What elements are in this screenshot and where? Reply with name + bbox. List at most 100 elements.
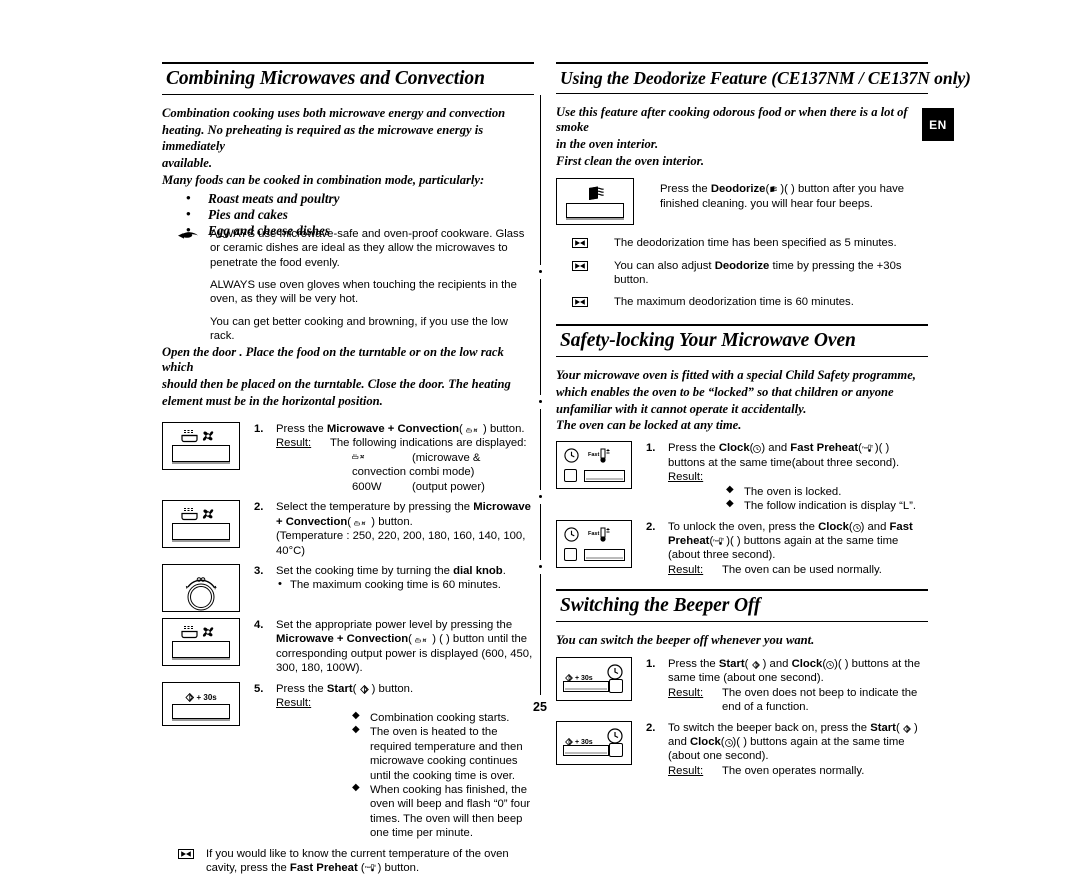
svg-text:Fast: Fast	[588, 452, 599, 458]
section-heading-switching-beeper-off: Switching the Beeper Off	[556, 589, 928, 623]
panel-display-bar	[563, 744, 609, 756]
intro-line-1: Combination cooking uses both microwave …	[162, 106, 506, 120]
microwave-convection-icon	[181, 626, 214, 639]
clock-button	[609, 678, 623, 693]
safety-intro-line-3: unfamiliar with it cannot operate it acc…	[556, 401, 807, 416]
step-number: 1.	[646, 657, 656, 670]
result-value: The following indications are displayed:	[330, 437, 527, 450]
svg-text:-: -	[186, 584, 189, 591]
list-item: Roast meats and poultry	[186, 190, 534, 207]
clock-button	[564, 469, 577, 483]
step-3-sub-list: The maximum cooking time is 60 minutes.	[276, 577, 534, 592]
fast-preheat-icon: Fast	[588, 527, 610, 542]
step-number: 2.	[646, 520, 656, 533]
fast-preheat-icon: Fast	[588, 448, 610, 463]
step-text: Set the cooking time by turning the dial…	[276, 564, 534, 593]
safety-intro-line-2: which enables the oven to be “locked” so…	[556, 384, 894, 399]
list-item: The oven is heated to the required tempe…	[352, 724, 534, 783]
panel-start-clock: + 30s	[556, 720, 632, 765]
panel-display-bar	[172, 641, 230, 660]
panel-dial-knob: - +	[162, 564, 240, 612]
step-1-mode-row: (output power)(microwave & convection co…	[352, 451, 481, 479]
step-number: 5.	[254, 682, 264, 695]
result-value: The oven can be used normally.	[722, 563, 882, 576]
step-4-line-2: Microwave + Convection( ) ( ) button unt…	[276, 633, 533, 675]
panel-display-bar	[172, 523, 230, 543]
fast-preheat-note-text: If you would like to know the current te…	[206, 847, 509, 875]
step-number: 2.	[254, 501, 264, 514]
door-note-line-2: should then be placed on the turntable. …	[162, 377, 511, 392]
clock-icon	[753, 445, 762, 454]
deodorize-icon	[770, 186, 778, 193]
result-value: The oven operates normally.	[722, 764, 865, 777]
clock-icon	[607, 727, 623, 744]
panel-display-bar	[563, 680, 609, 692]
step-4-line-1: Set the appropriate power level by press…	[276, 619, 513, 631]
panel-deodorize	[556, 178, 634, 226]
step-block-1: 1. Press the Microwave + Convection( ) b…	[162, 421, 534, 494]
step-3-line-1: Set the cooking time by turning the dial…	[276, 565, 506, 577]
clock-icon	[564, 448, 579, 463]
svg-text:+: +	[213, 585, 217, 592]
fast-preheat-note: If you would like to know the current te…	[162, 847, 534, 876]
panel-start-clock: + 30s	[556, 656, 632, 701]
svg-text:Fast: Fast	[588, 531, 599, 537]
right-column: Using the Deodorize Feature (CE137NM / C…	[556, 62, 971, 784]
deodorize-note-1: The deodorization time has been specifie…	[556, 236, 928, 250]
step-text: To unlock the oven, press the Clock() an…	[668, 520, 928, 578]
deodorize-instruction: Press the Deodorize( )( ) button after y…	[660, 183, 905, 210]
safety-step-block-1: Fast 1. Press the Clock() and Fast Prehe…	[556, 441, 928, 513]
dial-knob-icon: - +	[185, 577, 217, 611]
output-power-value: 600W	[352, 480, 382, 493]
step-5-line-1: Press the Start( ) button.	[276, 682, 414, 695]
safety-step-1-text: Press the Clock() and Fast Preheat(Fast)…	[668, 442, 900, 469]
hand-note-3: You can get better cooking and browning,…	[210, 315, 508, 343]
step-text: To switch the beeper back on, press the …	[668, 721, 928, 779]
fast-preheat-icon: Fast	[862, 445, 873, 453]
microwave-convection-icon	[181, 429, 214, 443]
result-label: Result:	[668, 764, 704, 777]
step-number: 3.	[254, 565, 264, 577]
deodorize-icon	[589, 186, 604, 201]
step-text: Set the appropriate power level by press…	[276, 618, 534, 676]
note-text: You can also adjust Deodorize time by pr…	[614, 259, 902, 287]
step-number: 4.	[254, 619, 264, 631]
deodorize-intro-line-2: in the oven interior.	[556, 136, 659, 151]
step-number: 1.	[646, 442, 656, 455]
column-divider	[539, 95, 542, 695]
panel-display-bar	[584, 548, 625, 561]
panel-display-bar	[172, 444, 230, 464]
intro-line-4: Many foods can be cooked in combination …	[162, 173, 485, 188]
deodorize-intro-line-3: First clean the oven interior.	[556, 153, 704, 168]
safety-step-block-2: Fast 2. To unlock the oven, press the Cl…	[556, 519, 928, 578]
clock-icon	[564, 526, 579, 542]
start-icon	[902, 724, 911, 733]
note-icon	[572, 260, 588, 271]
microwave-convection-icon	[354, 520, 366, 526]
list-item: The maximum cooking time is 60 minutes.	[276, 577, 534, 592]
beeper-step-2-text: To switch the beeper back on, press the …	[668, 721, 918, 763]
step-block-3: - + 3. Set the cooking time by turning t…	[162, 564, 534, 612]
step-1-result: Result: The following indications are di…	[276, 436, 534, 450]
panel-display-bar	[584, 470, 625, 483]
section-heading-deodorize: Using the Deodorize Feature (CE137NM / C…	[556, 62, 971, 94]
output-power-label: (output power)	[412, 480, 485, 493]
page-number: 25	[533, 700, 547, 714]
note-icon	[572, 297, 588, 308]
deodorize-note-2: You can also adjust Deodorize time by pr…	[556, 259, 928, 288]
result-label: Result:	[668, 563, 704, 576]
safety-step-2-text: To unlock the oven, press the Clock() an…	[668, 520, 913, 562]
step-text: Select the temperature by pressing the M…	[276, 500, 534, 558]
hand-note-block: ALWAYS use microwave-safe and oven-proof…	[162, 227, 534, 343]
list-item: When cooking has finished, the oven will…	[352, 782, 534, 841]
panel-clock-fast-preheat: Fast	[556, 441, 632, 490]
microwave-convection-icon	[352, 454, 365, 459]
svg-text:Fast: Fast	[713, 538, 719, 542]
section-heading-safety-locking: Safety-locking Your Microwave Oven	[556, 323, 928, 357]
step-number: 1.	[254, 422, 264, 435]
microwave-convection-icon	[465, 427, 478, 433]
step-1-line-1: Press the Microwave + Convection( ) butt…	[276, 422, 525, 435]
clock-icon	[826, 660, 834, 669]
start-icon	[359, 684, 369, 694]
left-column: Combining Microwaves and Convection Comb…	[162, 62, 534, 883]
